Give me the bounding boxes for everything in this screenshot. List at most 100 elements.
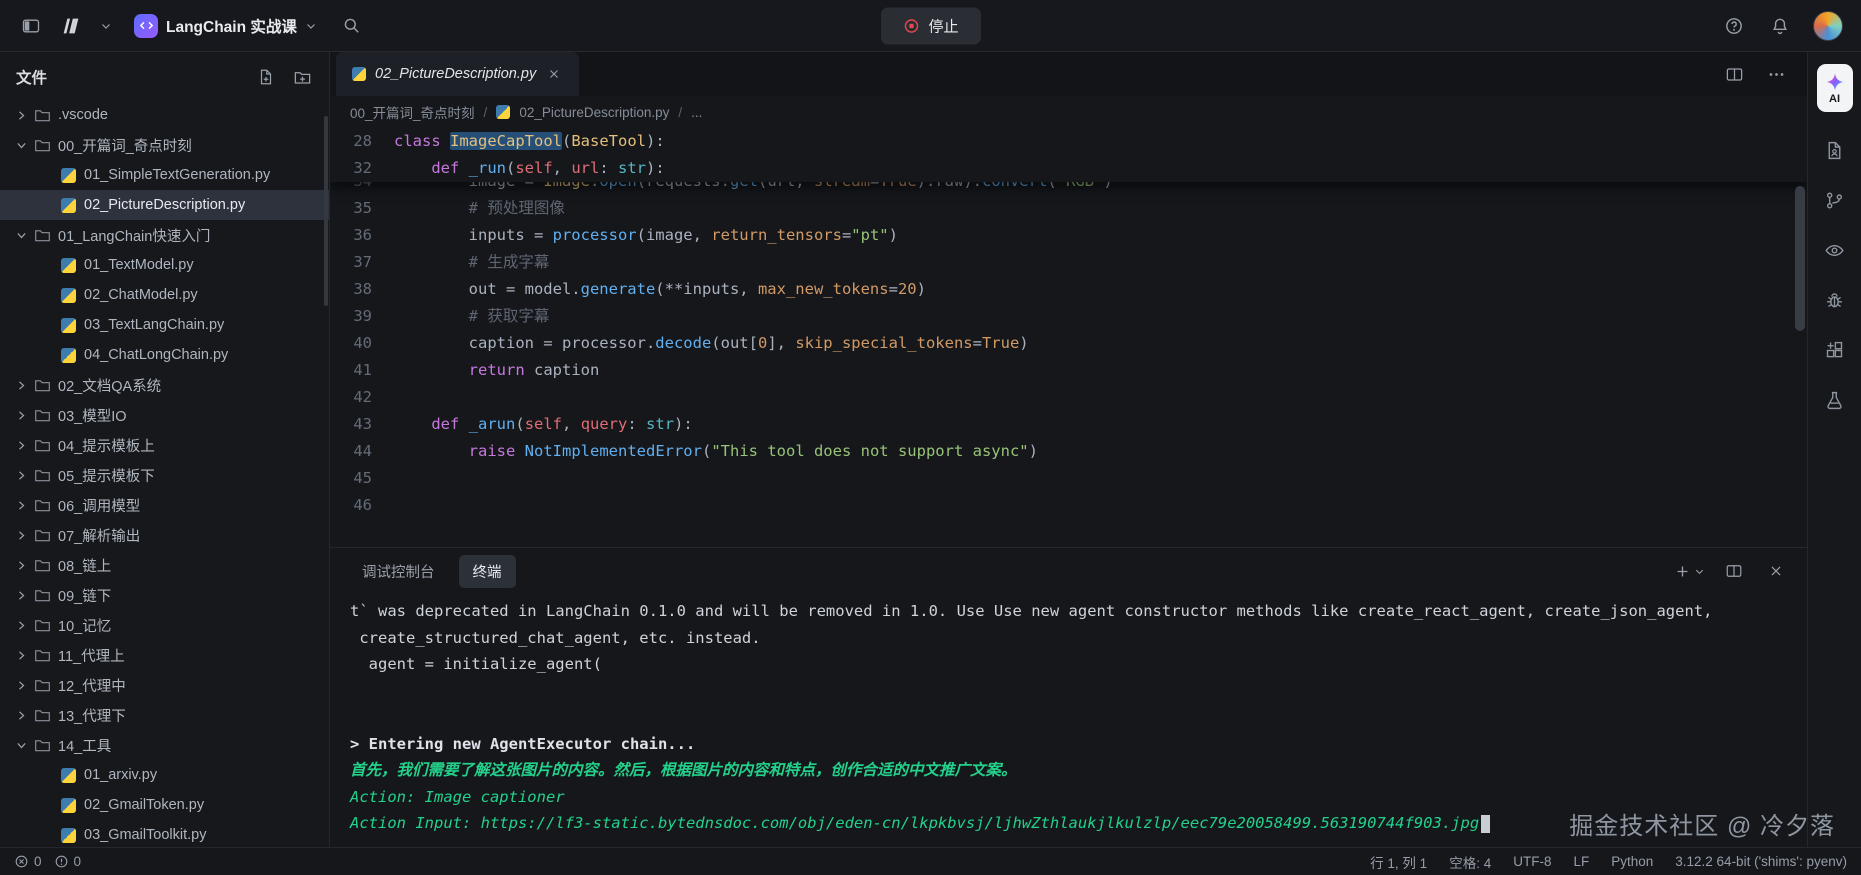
tree-item-folder[interactable]: 03_模型IO <box>0 400 329 430</box>
file-account-icon[interactable] <box>1823 138 1847 162</box>
code-line[interactable]: 38 out = model.generate(**inputs, max_ne… <box>330 276 1807 303</box>
tree-item-folder[interactable]: 01_LangChain快速入门 <box>0 220 329 250</box>
line-number[interactable]: 40 <box>330 330 394 357</box>
tree-item-folder[interactable]: 14_工具 <box>0 730 329 760</box>
code-line[interactable]: 46 <box>330 492 1807 519</box>
breadcrumb-item[interactable]: 00_开篇词_奇点时刻 <box>350 102 475 122</box>
line-number[interactable]: 35 <box>330 195 394 222</box>
tree-item-folder[interactable]: 06_调用模型 <box>0 490 329 520</box>
line-number[interactable]: 37 <box>330 249 394 276</box>
app-logo-icon[interactable] <box>58 13 84 39</box>
status-item[interactable]: LF <box>1573 854 1589 869</box>
search-icon[interactable] <box>339 13 365 39</box>
tree-item-folder[interactable]: 11_代理上 <box>0 640 329 670</box>
new-file-icon[interactable] <box>255 66 277 88</box>
tree-item-file[interactable]: 02_ChatModel.py <box>0 280 329 310</box>
tree-item-file[interactable]: 02_GmailToken.py <box>0 790 329 820</box>
new-terminal-button[interactable] <box>1674 563 1705 580</box>
tree-item-folder[interactable]: 10_记忆 <box>0 610 329 640</box>
close-panel-icon[interactable] <box>1763 558 1789 584</box>
status-item[interactable]: 3.12.2 64-bit ('shims': pyenv) <box>1675 854 1847 869</box>
tree-item-file[interactable]: 03_TextLangChain.py <box>0 310 329 340</box>
tree-item-folder[interactable]: 07_解析输出 <box>0 520 329 550</box>
status-item[interactable]: Python <box>1611 854 1653 869</box>
tree-item-folder[interactable]: 12_代理中 <box>0 670 329 700</box>
code-line[interactable]: 40 caption = processor.decode(out[0], sk… <box>330 330 1807 357</box>
line-number[interactable]: 42 <box>330 384 394 411</box>
stop-button[interactable]: 停止 <box>880 7 980 44</box>
tree-item-folder[interactable]: 13_代理下 <box>0 700 329 730</box>
status-item[interactable]: 行 1, 列 1 <box>1370 852 1427 872</box>
notifications-bell-icon[interactable] <box>1767 13 1793 39</box>
tree-item-file[interactable]: 01_arxiv.py <box>0 760 329 790</box>
tree-item-file[interactable]: 03_GmailToolkit.py <box>0 820 329 847</box>
split-editor-icon[interactable] <box>1721 61 1747 87</box>
line-number[interactable]: 43 <box>330 411 394 438</box>
help-icon[interactable] <box>1721 13 1747 39</box>
editor-scrollbar[interactable] <box>1795 186 1805 331</box>
line-number[interactable]: 44 <box>330 438 394 465</box>
breadcrumb-item[interactable]: ... <box>691 105 702 120</box>
extensions-icon[interactable] <box>1823 338 1847 362</box>
panel-header: 调试控制台终端 <box>330 548 1807 594</box>
problems-errors[interactable]: 0 <box>14 854 42 869</box>
line-number[interactable]: 28 <box>330 128 394 155</box>
breadcrumb-item[interactable]: 02_PictureDescription.py <box>519 105 669 120</box>
code-line[interactable]: 28class ImageCapTool(BaseTool): <box>330 128 1807 155</box>
status-item[interactable]: 空格: 4 <box>1449 852 1491 872</box>
chevron-right-icon <box>12 496 30 514</box>
code-line[interactable]: 43 def _arun(self, query: str): <box>330 411 1807 438</box>
tree-item-folder[interactable]: 08_链上 <box>0 550 329 580</box>
code-editor[interactable]: 28class ImageCapTool(BaseTool):32 def _r… <box>330 128 1807 547</box>
tree-item-folder[interactable]: 02_文档QA系统 <box>0 370 329 400</box>
chevron-right-icon <box>12 466 30 484</box>
code-line[interactable]: 41 return caption <box>330 357 1807 384</box>
tree-item-file[interactable]: 01_SimpleTextGeneration.py <box>0 160 329 190</box>
file-tree: .vscode00_开篇词_奇点时刻01_SimpleTextGeneratio… <box>0 98 329 847</box>
code-line[interactable]: 39 # 获取字幕 <box>330 303 1807 330</box>
test-beaker-icon[interactable] <box>1823 388 1847 412</box>
panel-tab-debug-console[interactable]: 调试控制台 <box>348 555 449 588</box>
more-actions-icon[interactable] <box>1763 61 1789 87</box>
panel-tab-terminal[interactable]: 终端 <box>459 555 516 588</box>
ai-assistant-badge[interactable]: AI <box>1817 64 1853 112</box>
preview-eye-icon[interactable] <box>1823 238 1847 262</box>
toggle-sidebar-icon[interactable] <box>18 13 44 39</box>
tab-close-icon[interactable] <box>545 65 563 83</box>
tree-item-file[interactable]: 01_TextModel.py <box>0 250 329 280</box>
code-line[interactable]: 32 def _run(self, url: str): <box>330 155 1807 182</box>
user-avatar[interactable] <box>1813 11 1843 41</box>
line-number[interactable]: 45 <box>330 465 394 492</box>
sidebar-scrollbar[interactable] <box>324 116 328 306</box>
code-line[interactable]: 35 # 预处理图像 <box>330 195 1807 222</box>
tree-item-folder[interactable]: 00_开篇词_奇点时刻 <box>0 130 329 160</box>
line-number[interactable]: 39 <box>330 303 394 330</box>
code-line[interactable]: 42 <box>330 384 1807 411</box>
line-number[interactable]: 46 <box>330 492 394 519</box>
tree-item-label: 11_代理上 <box>58 645 125 666</box>
tree-item-folder[interactable]: .vscode <box>0 100 329 130</box>
code-line[interactable]: 44 raise NotImplementedError("This tool … <box>330 438 1807 465</box>
status-item[interactable]: UTF-8 <box>1513 854 1551 869</box>
code-line[interactable]: 37 # 生成字幕 <box>330 249 1807 276</box>
tree-item-folder[interactable]: 04_提示模板上 <box>0 430 329 460</box>
code-line[interactable]: 45 <box>330 465 1807 492</box>
breadcrumb-separator: / <box>484 105 488 120</box>
line-number[interactable]: 32 <box>330 155 394 182</box>
project-switcher[interactable]: LangChain 实战课 <box>134 14 317 38</box>
tree-item-file[interactable]: 02_PictureDescription.py <box>0 190 329 220</box>
editor-tab-active[interactable]: 02_PictureDescription.py <box>336 52 579 96</box>
new-folder-icon[interactable] <box>291 66 313 88</box>
source-control-icon[interactable] <box>1823 188 1847 212</box>
tree-item-folder[interactable]: 05_提示模板下 <box>0 460 329 490</box>
line-number[interactable]: 38 <box>330 276 394 303</box>
problems-warnings[interactable]: 0 <box>54 854 82 869</box>
line-number[interactable]: 41 <box>330 357 394 384</box>
line-number[interactable]: 36 <box>330 222 394 249</box>
code-line[interactable]: 36 inputs = processor(image, return_tens… <box>330 222 1807 249</box>
debug-bug-icon[interactable] <box>1823 288 1847 312</box>
split-terminal-icon[interactable] <box>1721 558 1747 584</box>
tree-item-folder[interactable]: 09_链下 <box>0 580 329 610</box>
chevron-down-icon[interactable] <box>98 13 114 39</box>
tree-item-file[interactable]: 04_ChatLongChain.py <box>0 340 329 370</box>
